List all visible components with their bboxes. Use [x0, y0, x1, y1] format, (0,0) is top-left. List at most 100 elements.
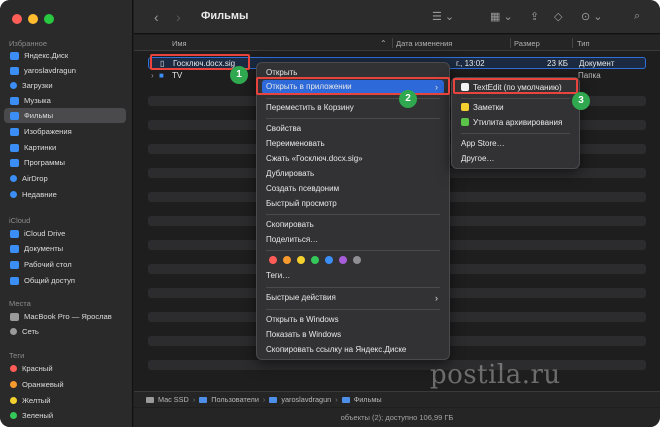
sidebar-item-macbook[interactable]: MacBook Pro — Ярослав — [4, 309, 126, 324]
tag-dot-icon — [10, 397, 17, 404]
folder-icon — [10, 143, 19, 152]
sidebar-item-icloud-drive[interactable]: iCloud Drive — [4, 226, 126, 241]
tag-dot-icon — [10, 381, 17, 388]
submenu-item-archive-utility[interactable]: Утилита архивирования — [457, 116, 574, 130]
file-modified: г., 13:02 — [456, 59, 485, 68]
sidebar-item-yandex-disk[interactable]: Яндекс.Диск — [4, 48, 126, 63]
folder-icon: ■ — [159, 71, 164, 80]
document-icon — [10, 244, 19, 253]
tag-yellow-dot[interactable] — [297, 256, 305, 264]
sidebar-item-documents[interactable]: Документы — [4, 241, 126, 256]
more-icon[interactable]: ⊙ ⌄ — [581, 10, 603, 23]
tag-green-dot[interactable] — [311, 256, 319, 264]
sidebar-item-pictures[interactable]: Картинки — [4, 140, 126, 155]
archive-icon — [461, 118, 469, 126]
tag-orange-dot[interactable] — [283, 256, 291, 264]
column-kind[interactable]: Тип — [577, 39, 590, 48]
menu-item-quick-actions[interactable]: Быстрые действия › — [262, 291, 444, 305]
column-header: Имя ⌃ Дата изменения Размер Тип — [134, 35, 660, 51]
cloud-icon — [10, 51, 19, 60]
menu-item-show-in-windows[interactable]: Показать в Windows — [262, 328, 444, 342]
sidebar-item-movies[interactable]: Фильмы — [4, 108, 126, 123]
sidebar-section-icloud: iCloud — [9, 216, 31, 225]
sidebar-item-home[interactable]: yaroslavdragun — [4, 63, 126, 78]
column-size[interactable]: Размер — [514, 39, 540, 48]
cloud-icon — [10, 229, 19, 238]
tag-dot-icon — [10, 412, 17, 419]
airdrop-icon — [10, 175, 17, 182]
submenu-item-notes[interactable]: Заметки — [457, 101, 574, 115]
photo-icon — [10, 127, 19, 136]
group-icon[interactable]: ▦ ⌄ — [490, 10, 513, 23]
menu-item-compress[interactable]: Сжать «Госключ.docx.sig» — [262, 152, 444, 166]
sidebar-item-downloads[interactable]: Загрузки — [4, 78, 126, 93]
folder-icon — [199, 396, 208, 403]
column-name[interactable]: Имя — [172, 39, 187, 48]
sidebar-item-recents[interactable]: Недавние — [4, 187, 126, 202]
menu-item-copy[interactable]: Скопировать — [262, 218, 444, 232]
sidebar-item-images[interactable]: Изображения — [4, 124, 126, 139]
menu-item-duplicate[interactable]: Дублировать — [262, 167, 444, 181]
close-window-button[interactable] — [12, 14, 22, 24]
share-icon[interactable]: ⇪ — [530, 10, 539, 23]
file-kind: Папка — [578, 71, 601, 80]
menu-item-rename[interactable]: Переименовать — [262, 137, 444, 151]
folder-icon — [341, 396, 350, 403]
sidebar-item-airdrop[interactable]: AirDrop — [4, 171, 126, 186]
window-controls — [12, 14, 54, 24]
back-button[interactable]: ‹ — [154, 9, 159, 25]
list-view-icon[interactable]: ☰ ⌄ — [432, 10, 454, 23]
tag-icon[interactable]: ◇ — [554, 10, 562, 23]
menu-item-open-in-windows[interactable]: Открыть в Windows — [262, 313, 444, 327]
menu-item-copy-yandex-link[interactable]: Скопировать ссылку на Яндекс.Диске — [262, 343, 444, 357]
home-icon — [10, 66, 19, 75]
sidebar-section-locations: Места — [9, 299, 31, 308]
minimize-window-button[interactable] — [28, 14, 38, 24]
menu-item-quick-look[interactable]: Быстрый просмотр — [262, 197, 444, 211]
shared-folder-icon — [10, 276, 19, 285]
laptop-icon — [10, 312, 19, 321]
disk-icon — [146, 396, 154, 403]
menu-item-make-alias[interactable]: Создать псевдоним — [262, 182, 444, 196]
menu-item-tags[interactable]: Теги… — [262, 269, 444, 283]
sidebar-item-applications[interactable]: Программы — [4, 155, 126, 170]
notes-icon — [461, 103, 469, 111]
disclosure-chevron-icon[interactable]: › — [151, 71, 154, 80]
sidebar-tag-red[interactable]: Красный — [4, 361, 126, 376]
music-icon — [10, 96, 19, 105]
path-item[interactable]: Пользователи — [211, 395, 259, 404]
step-badge-2: 2 — [399, 90, 417, 108]
menu-item-share[interactable]: Поделиться… — [262, 233, 444, 247]
sidebar-item-music[interactable]: Музыка — [4, 93, 126, 108]
folder-icon — [269, 396, 278, 403]
globe-icon — [10, 328, 17, 335]
menu-item-get-info[interactable]: Свойства — [262, 122, 444, 136]
submenu-item-other[interactable]: Другое… — [457, 152, 574, 166]
status-bar: объекты (2); доступно 106,99 ГБ — [134, 408, 660, 427]
finder-window: Избранное Яндекс.Диск yaroslavdragun Заг… — [0, 0, 660, 427]
tag-blue-dot[interactable] — [325, 256, 333, 264]
column-modified[interactable]: Дата изменения — [396, 39, 452, 48]
forward-button[interactable]: › — [176, 9, 181, 25]
search-icon[interactable]: ⌕ — [634, 10, 640, 23]
window-title: Фильмы — [201, 10, 249, 22]
sidebar-item-shared[interactable]: Общий доступ — [4, 273, 126, 288]
tag-red-dot[interactable] — [269, 256, 277, 264]
sidebar-tag-yellow[interactable]: Желтый — [4, 393, 126, 408]
path-item[interactable]: Фильмы — [354, 395, 382, 404]
file-kind: Документ — [579, 59, 615, 68]
path-item[interactable]: yaroslavdragun — [281, 395, 331, 404]
sidebar-item-network[interactable]: Сеть — [4, 324, 126, 339]
zoom-window-button[interactable] — [44, 14, 54, 24]
tag-gray-dot[interactable] — [353, 256, 361, 264]
submenu-item-app-store[interactable]: App Store… — [457, 137, 574, 151]
context-menu: Открыть Открыть в приложении › Переместит… — [256, 62, 450, 360]
tag-purple-dot[interactable] — [339, 256, 347, 264]
path-item[interactable]: Mac SSD — [158, 395, 189, 404]
sidebar-tag-green[interactable]: Зеленый — [4, 408, 126, 423]
menu-item-move-to-trash[interactable]: Переместить в Корзину — [262, 101, 444, 115]
sidebar-item-desktop[interactable]: Рабочий стол — [4, 257, 126, 272]
sidebar: Избранное Яндекс.Диск yaroslavdragun Заг… — [0, 0, 133, 427]
desktop-icon — [10, 260, 19, 269]
sidebar-tag-orange[interactable]: Оранжевый — [4, 377, 126, 392]
